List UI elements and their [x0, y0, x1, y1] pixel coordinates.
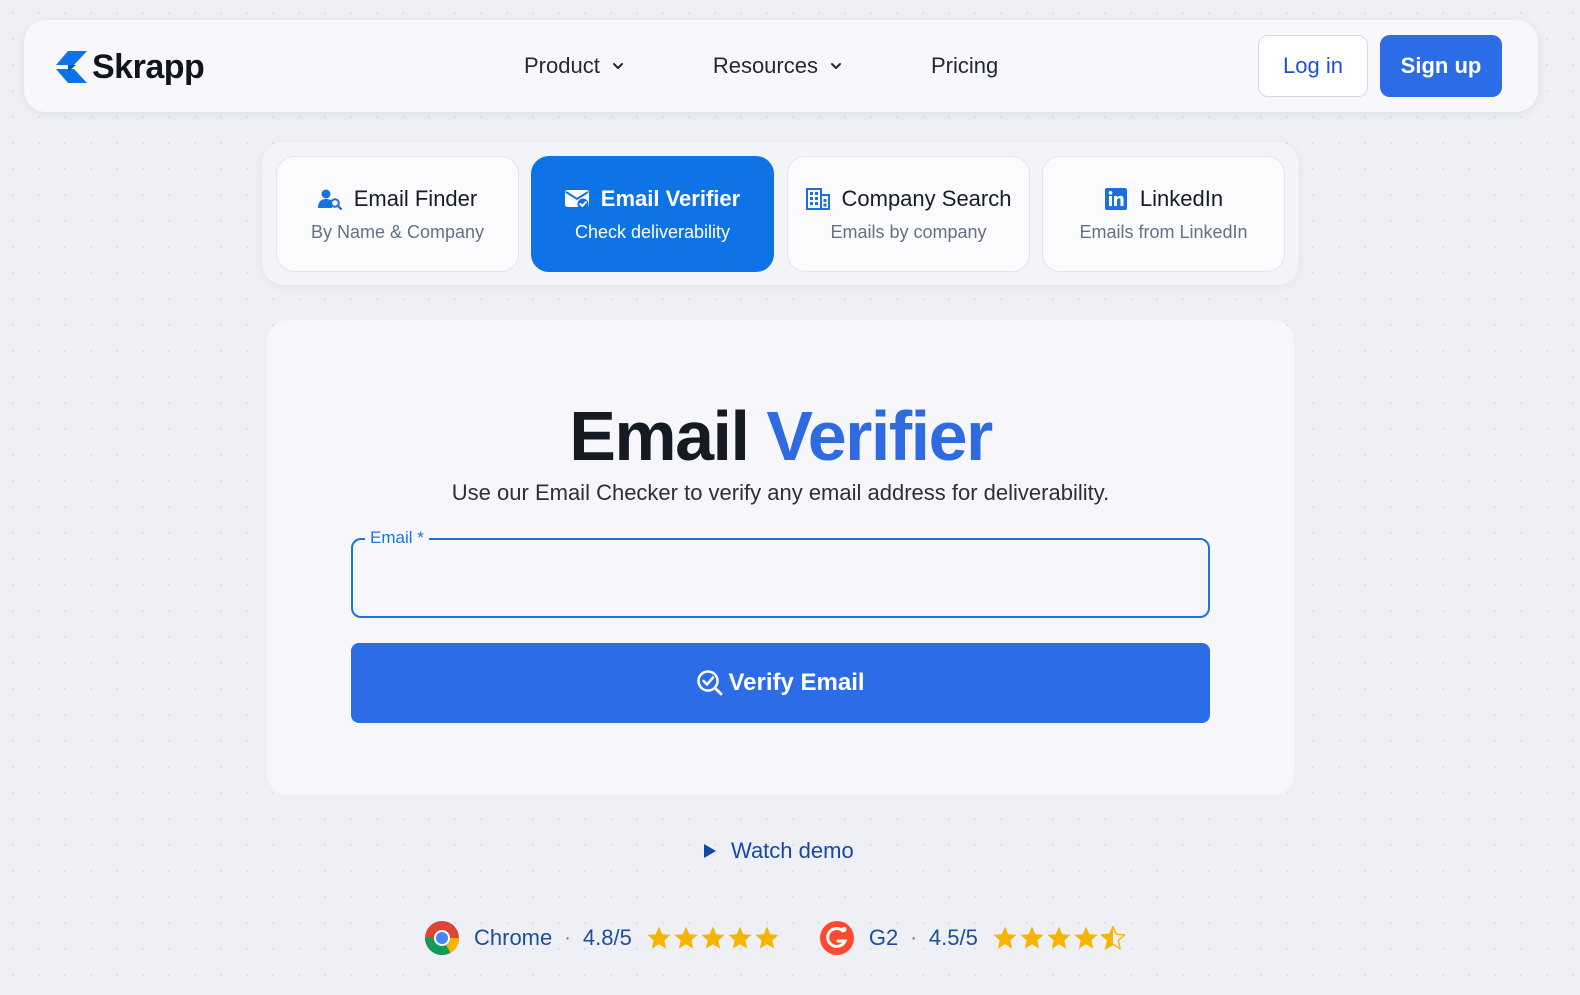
rating-separator: · [564, 926, 571, 949]
email-field-label: Email * [365, 528, 429, 548]
tab-subtitle: Emails by company [830, 221, 987, 242]
tab-email-verifier[interactable]: Email Verifier Check deliverability [531, 156, 774, 272]
nav-item-label: Resources [712, 53, 818, 78]
verify-email-button[interactable]: Verify Email [351, 643, 1210, 723]
page-title: Email Verifier [267, 396, 1294, 476]
tab-title-row: Email Verifier [564, 185, 741, 212]
star-full-icon [701, 926, 725, 949]
page-subtitle: Use our Email Checker to verify any emai… [451, 480, 1110, 505]
top-navbar: Skrapp Product Resources Pricing Log in … [24, 20, 1538, 112]
nav-item-pricing[interactable]: Pricing [931, 53, 998, 79]
rating-g2[interactable]: G2 · 4.5/5 [819, 920, 1127, 956]
building-icon [805, 187, 830, 210]
star-full-icon [674, 926, 698, 949]
star-full-icon [1047, 926, 1071, 949]
page-title-dark: Email [569, 397, 750, 475]
rating-score: 4.5/5 [928, 925, 978, 950]
verify-check-icon [697, 670, 723, 696]
g2-logo-icon [819, 921, 854, 955]
nav-item-label: Pricing [930, 53, 999, 78]
star-full-icon [1020, 926, 1044, 949]
page-title-accent: Verifier [766, 397, 993, 475]
email-field[interactable]: Email * [351, 528, 1210, 618]
play-icon [704, 844, 716, 858]
tab-title: Company Search [841, 185, 1012, 211]
skrapp-logo-icon [56, 51, 87, 83]
star-full-icon [647, 926, 671, 949]
star-rating [646, 925, 781, 951]
star-full-icon [728, 926, 752, 949]
tab-linkedin[interactable]: LinkedIn Emails from LinkedIn [1042, 156, 1285, 272]
chevron-down-icon [612, 63, 623, 69]
tab-title-row: LinkedIn [1104, 186, 1223, 212]
tab-title: Email Verifier [600, 185, 741, 211]
star-rating [992, 925, 1127, 951]
main-nav: Product Resources Pricing [524, 53, 998, 79]
mail-check-icon [564, 189, 589, 209]
tab-title-row: Company Search [805, 185, 1012, 212]
star-full-icon [1074, 926, 1098, 949]
tab-subtitle: By Name & Company [310, 221, 485, 242]
email-input[interactable] [369, 558, 1189, 598]
chevron-down-icon [830, 63, 841, 69]
rating-chrome[interactable]: Chrome · 4.8/5 [424, 920, 781, 956]
user-search-icon [317, 189, 342, 210]
brand-name: Skrapp [92, 48, 205, 86]
linkedin-icon [1104, 187, 1127, 210]
rating-source: G2 [868, 925, 899, 950]
tab-title: Email Finder [353, 185, 478, 211]
rating-score: 4.8/5 [582, 925, 632, 950]
watch-demo-label: Watch demo [731, 838, 854, 863]
chrome-logo-icon [425, 921, 459, 955]
tab-subtitle: Check deliverability [574, 221, 731, 242]
tab-company-search[interactable]: Company Search Emails by company [787, 156, 1030, 272]
star-half-icon [1100, 925, 1126, 950]
tab-email-finder[interactable]: Email Finder By Name & Company [276, 156, 519, 272]
nav-item-product[interactable]: Product [524, 53, 625, 79]
watch-demo-link[interactable]: Watch demo [702, 838, 854, 864]
star-full-icon [993, 926, 1017, 949]
ratings-bar: Chrome · 4.8/5 G2 · 4.5/5 [424, 920, 1127, 956]
login-button[interactable]: Log in [1258, 35, 1368, 97]
tool-tabs: Email Finder By Name & Company Email Ver… [262, 142, 1299, 285]
verify-email-label: Verify Email [728, 669, 865, 696]
tab-subtitle: Emails from LinkedIn [1079, 221, 1248, 242]
nav-item-resources[interactable]: Resources [713, 53, 843, 79]
skrapp-logo[interactable]: Skrapp [54, 48, 205, 86]
tab-title: LinkedIn [1139, 185, 1224, 211]
signup-button[interactable]: Sign up [1380, 35, 1502, 97]
rating-separator: · [910, 926, 917, 949]
tab-title-row: Email Finder [317, 185, 478, 212]
rating-source: Chrome [474, 925, 553, 950]
email-verifier-card: Email Verifier Use our Email Checker to … [267, 320, 1294, 795]
star-full-icon [755, 926, 779, 949]
nav-item-label: Product [524, 53, 600, 78]
